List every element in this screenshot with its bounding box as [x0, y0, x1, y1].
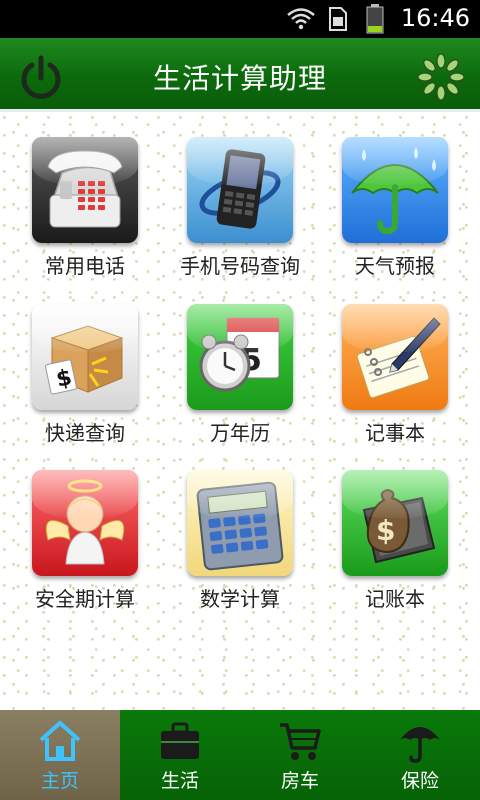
- tile-notepad[interactable]: 记事本: [318, 304, 472, 446]
- tile-account-book[interactable]: $ 记账本: [318, 470, 472, 612]
- telephone-icon: [32, 137, 138, 243]
- tab-home[interactable]: 主页: [0, 710, 120, 800]
- spinner-gear-icon: [417, 53, 465, 101]
- settings-button[interactable]: [416, 52, 466, 102]
- sim-card-icon: [329, 7, 347, 31]
- tile-perpetual-calendar[interactable]: 5 万年历: [163, 304, 317, 446]
- tile-weather-forecast[interactable]: 天气预报: [318, 137, 472, 279]
- tile-label: 常用电话: [45, 254, 125, 278]
- tile-common-phone[interactable]: 常用电话: [8, 137, 162, 279]
- mobile-phone-icon: [187, 137, 293, 243]
- money-bag-book-icon: $: [342, 470, 448, 576]
- tab-label: 房车: [280, 770, 319, 792]
- tile-label: 万年历: [210, 421, 270, 445]
- package-icon: $: [32, 304, 138, 410]
- umbrella-icon: [400, 727, 440, 763]
- notepad-pen-icon: [342, 304, 448, 410]
- status-bar: 16:46: [0, 0, 480, 38]
- tile-label: 记账本: [365, 587, 425, 611]
- bottom-nav-bar: 主页 生活 房车 保险: [0, 710, 480, 800]
- tab-label: 保险: [400, 770, 439, 792]
- briefcase-icon: [161, 722, 199, 759]
- tile-math-calculator[interactable]: 数学计算: [163, 470, 317, 612]
- battery-icon: [366, 4, 384, 34]
- tile-label: 手机号码查询: [180, 254, 300, 278]
- function-grid: 常用电话 手机号码查询 天气预报 $ 快递查询 5 万年历 记事本 安全期计算 …: [0, 112, 480, 710]
- tile-safe-period[interactable]: 安全期计算: [8, 470, 162, 612]
- tile-label: 天气预报: [355, 254, 435, 278]
- shopping-cart-icon: [280, 723, 321, 760]
- tile-label: 安全期计算: [35, 587, 135, 611]
- tile-label: 快递查询: [45, 421, 125, 445]
- tab-life[interactable]: 生活: [120, 710, 240, 800]
- tile-label: 记事本: [365, 421, 425, 445]
- calculator-icon: [187, 470, 293, 576]
- weather-umbrella-icon: [342, 137, 448, 243]
- tile-label: 数学计算: [200, 587, 280, 611]
- angel-icon: [32, 470, 138, 576]
- tab-insurance[interactable]: 保险: [360, 710, 480, 800]
- wifi-icon: [287, 8, 315, 30]
- calendar-clock-icon: 5: [187, 304, 293, 410]
- tab-label: 生活: [160, 770, 199, 792]
- title-bar: 生活计算助理: [0, 38, 480, 112]
- tile-express-lookup[interactable]: $ 快递查询: [8, 304, 162, 446]
- page-title: 生活计算助理: [152, 62, 327, 95]
- tile-phone-number-lookup[interactable]: 手机号码查询: [163, 137, 317, 279]
- tab-label: 主页: [40, 770, 79, 792]
- svg-text:$: $: [376, 514, 395, 547]
- clock-time: 16:46: [400, 4, 470, 32]
- tab-house-car[interactable]: 房车: [240, 710, 360, 800]
- home-icon: [39, 721, 81, 761]
